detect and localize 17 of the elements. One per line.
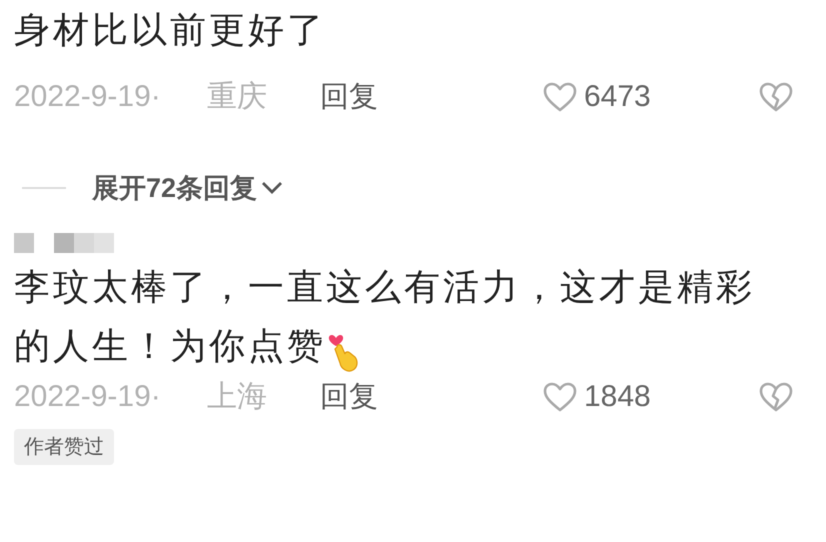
comment-date: 2022-9-19· [14,82,162,112]
reply-link[interactable]: 回复 [320,382,378,412]
comment-text: 身材比以前更好了 [14,8,327,52]
chevron-down-icon [261,181,284,195]
reply-link[interactable]: 回复 [320,82,378,112]
broken-heart-icon[interactable] [758,81,794,113]
broken-heart-icon[interactable] [758,381,794,413]
comment-location: 重庆 [207,82,268,112]
like-count: 1848 [584,382,651,412]
like-count: 6473 [584,82,651,112]
comment-text: 李玟太棒了，一直这么有活力，这才是精彩的人生！为你点赞 [14,257,789,375]
comment-location: 上海 [207,382,268,412]
author-liked-badge: 作者赞过 [14,429,114,465]
heart-icon[interactable] [542,81,578,113]
comment-date: 2022-9-19· [14,382,162,412]
expand-replies-button[interactable]: 展开72条回复 [92,168,284,208]
heart-icon[interactable] [542,381,578,413]
